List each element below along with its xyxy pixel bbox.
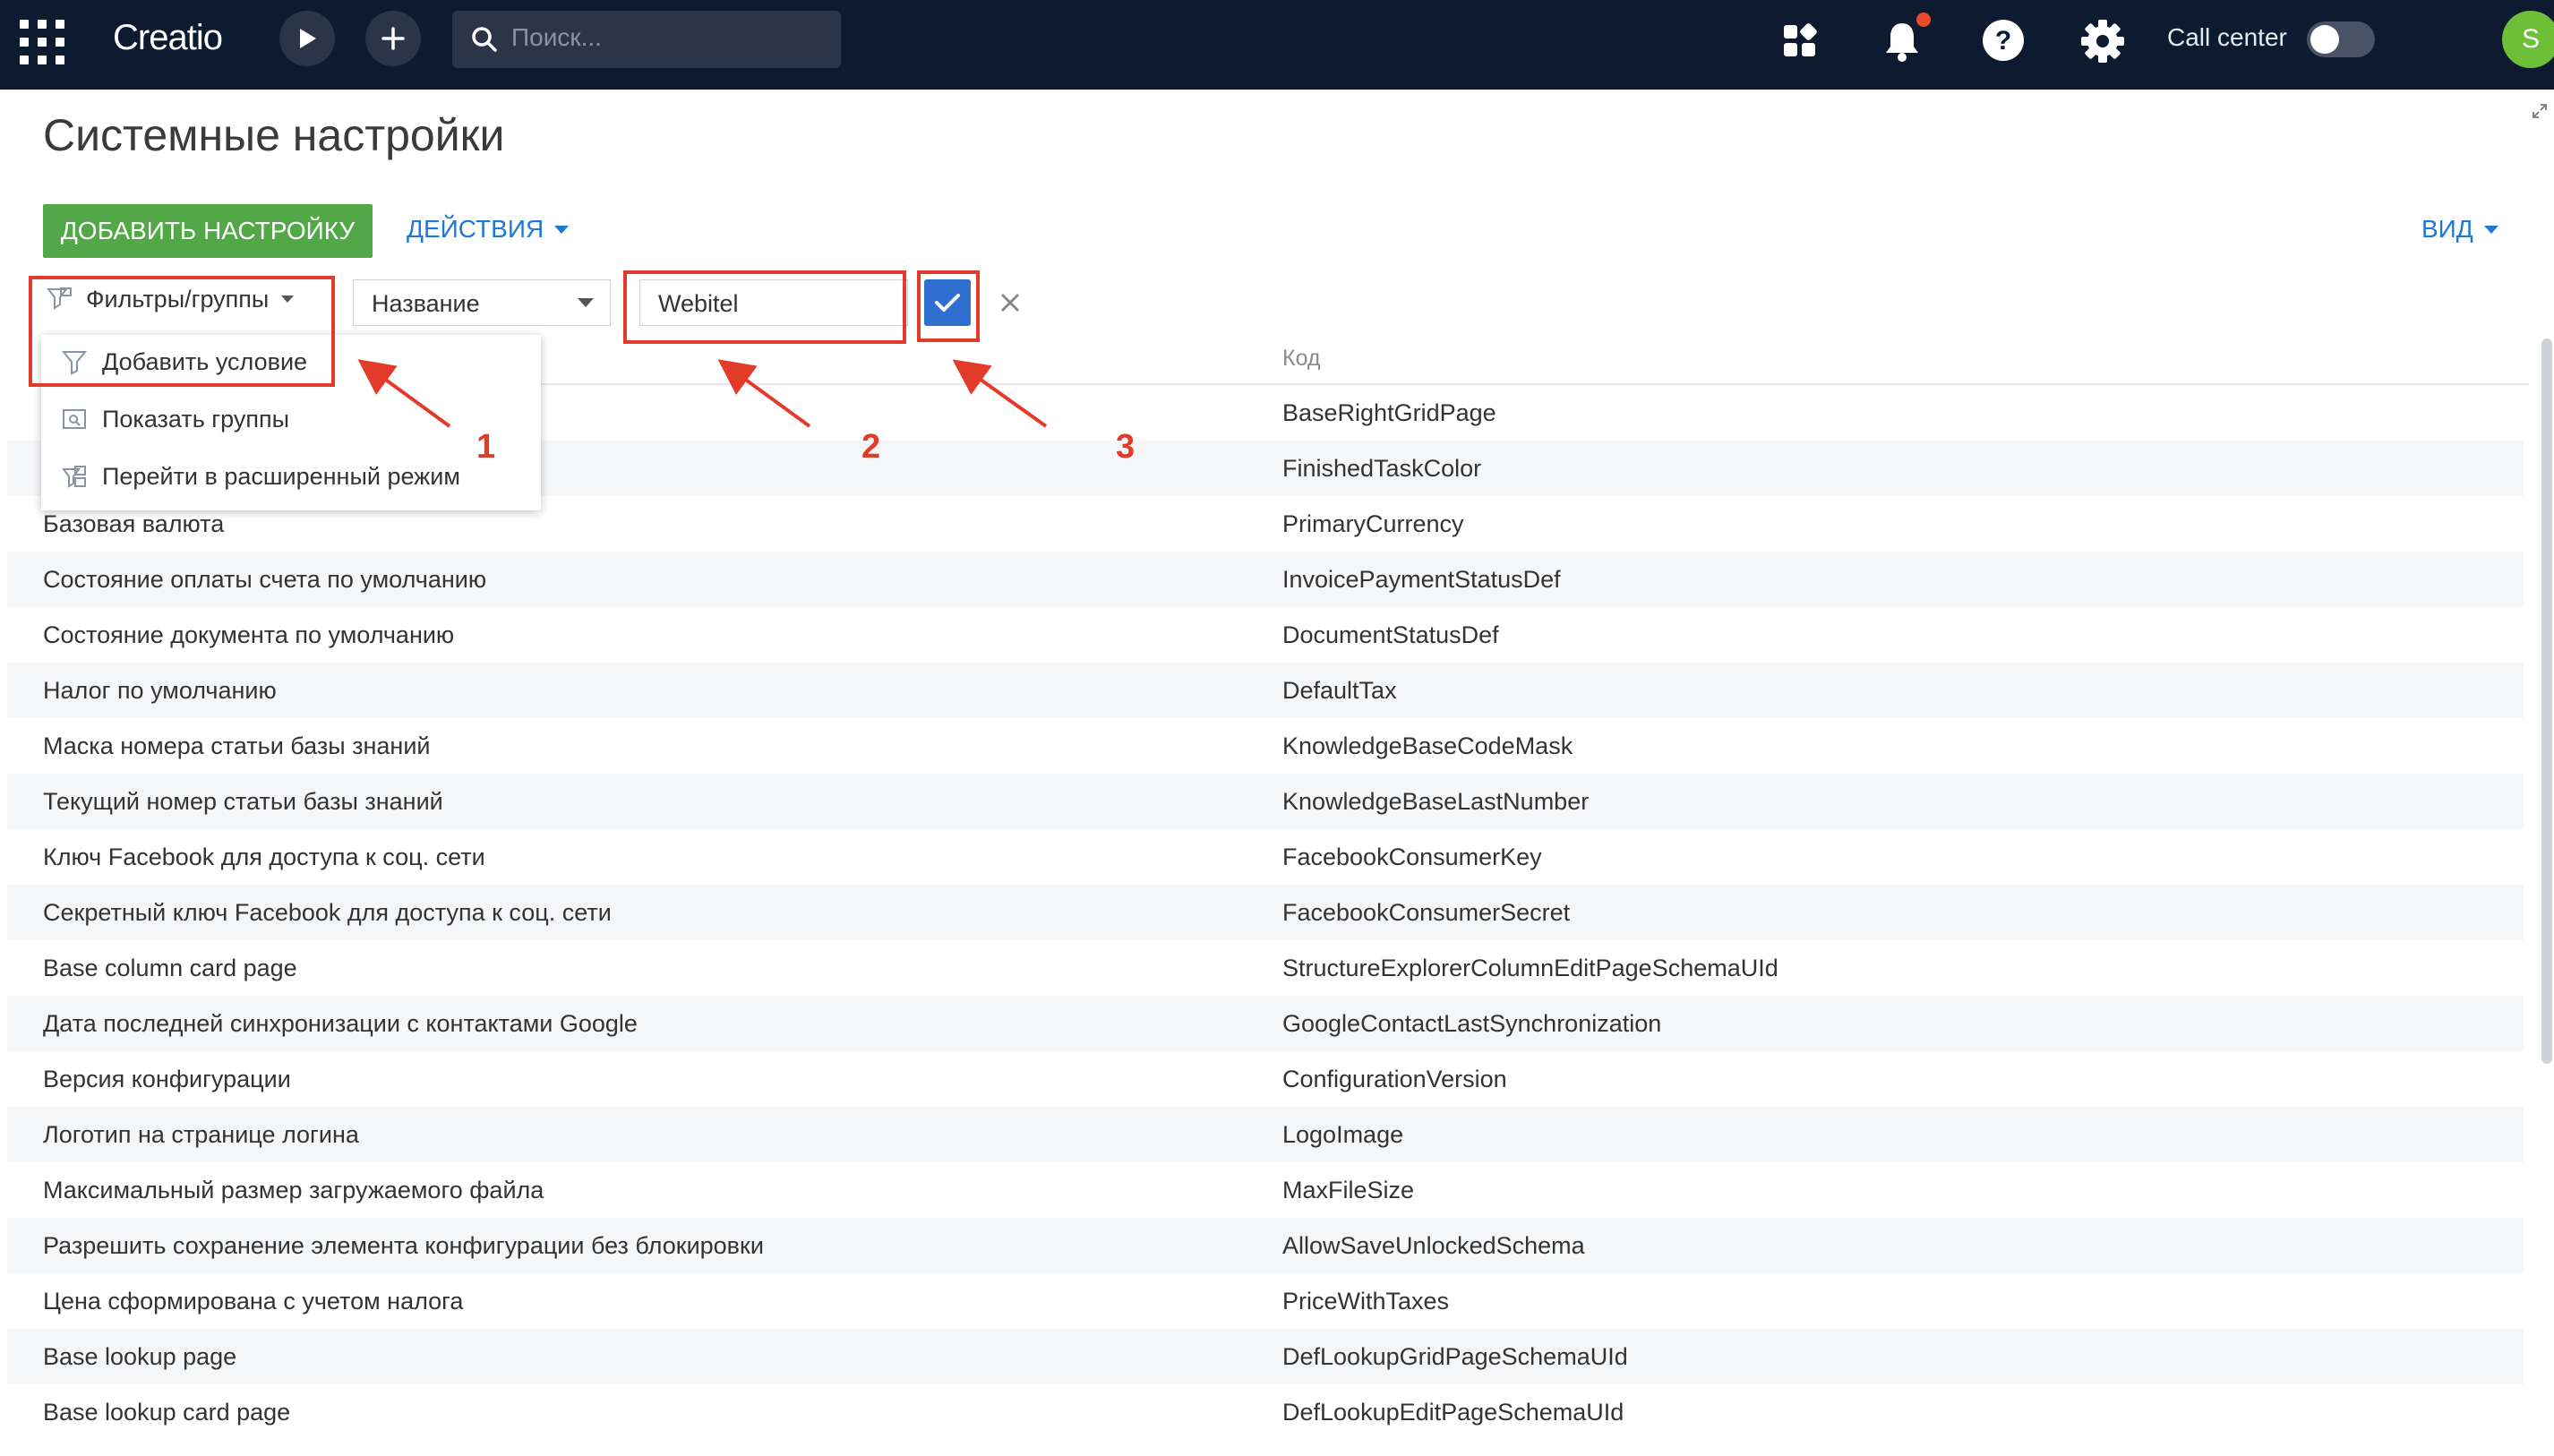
annotation-number-2: 2 bbox=[861, 428, 881, 466]
annotation-number-1: 1 bbox=[476, 428, 496, 466]
annotation-number-3: 3 bbox=[1116, 428, 1136, 466]
annotation-arrows bbox=[357, 359, 1048, 428]
